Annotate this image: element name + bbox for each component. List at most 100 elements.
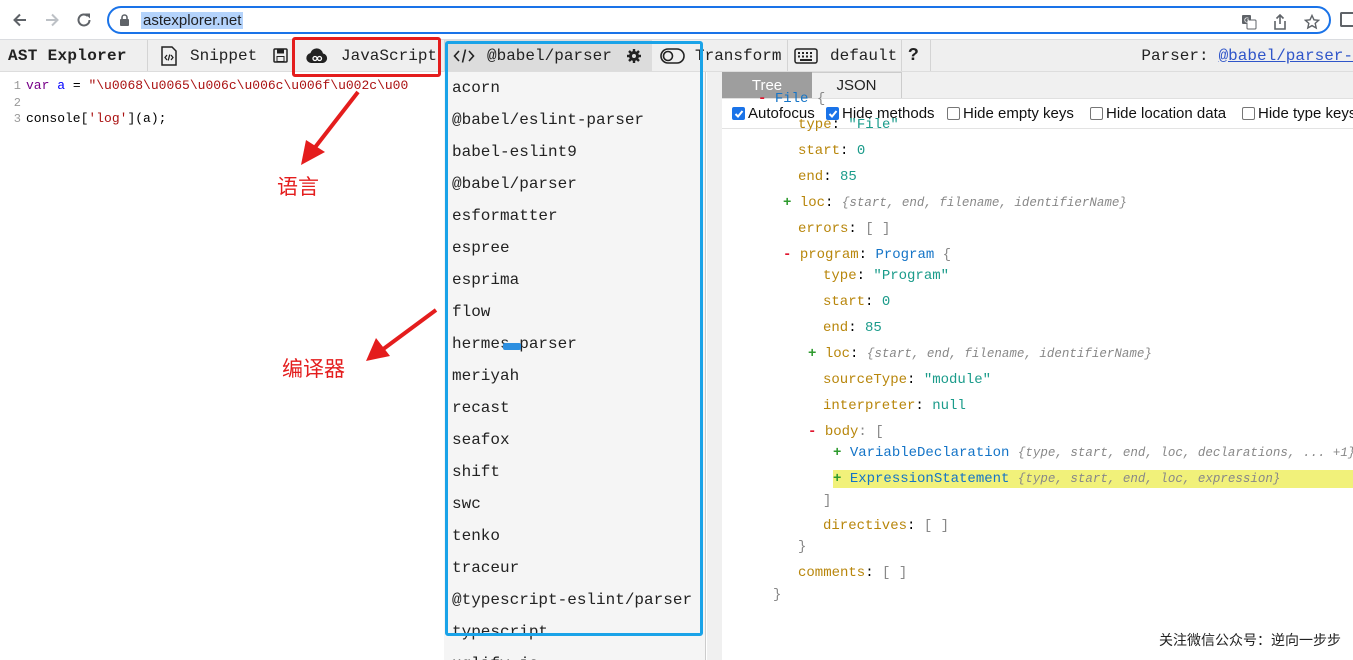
reload-icon[interactable] — [72, 8, 96, 32]
translate-icon[interactable]: G — [1240, 13, 1258, 31]
code-line[interactable]: 2 — [0, 95, 26, 111]
tree-node[interactable]: comments: [ ] — [798, 564, 907, 582]
option-checkbox[interactable]: Hide empty keys — [947, 105, 1074, 122]
keymap-button[interactable]: default — [794, 40, 897, 71]
checkbox-unchecked-icon[interactable] — [1242, 107, 1255, 120]
code-line[interactable]: 3 console['log'](a); — [0, 111, 167, 127]
node-key: directives — [823, 518, 908, 534]
parser-option[interactable]: recast — [452, 398, 510, 418]
parser-option[interactable]: babel-eslint9 — [452, 142, 577, 162]
bookmark-star-icon[interactable] — [1303, 13, 1321, 31]
expand-icon[interactable]: + — [783, 195, 800, 211]
tab-overflow-icon[interactable] — [1340, 12, 1353, 27]
parser-option[interactable]: seafox — [452, 430, 510, 450]
option-checkbox[interactable]: Hide location data — [1090, 105, 1226, 122]
parser-option[interactable]: meriyah — [452, 366, 519, 386]
parser-info-link[interactable]: @babel/parser- — [1219, 47, 1353, 65]
parser-option[interactable]: @babel/parser — [452, 174, 577, 194]
tree-node[interactable]: end: 85 — [823, 319, 882, 337]
parser-option[interactable]: espree — [452, 238, 510, 258]
expand-icon[interactable]: + — [833, 471, 850, 487]
node-value: : [ — [858, 424, 884, 440]
snippet-button[interactable]: Snippet — [160, 40, 257, 71]
tree-node[interactable]: - program: Program { — [783, 246, 951, 264]
code-token: console[ — [26, 111, 89, 126]
app-title: AST Explorer — [8, 46, 127, 65]
tab-json[interactable]: JSON — [812, 72, 902, 98]
tree-node[interactable]: ] — [823, 492, 831, 510]
tree-node[interactable]: directives: [ ] — [823, 517, 949, 535]
option-label: Hide location data — [1106, 105, 1227, 122]
node-value: { — [808, 91, 826, 107]
cursor-marker — [503, 343, 521, 350]
node-value: : — [858, 247, 876, 263]
parser-option[interactable]: flow — [452, 302, 490, 322]
parser-option[interactable]: @babel/eslint-parser — [452, 110, 644, 130]
help-button[interactable]: ? — [908, 40, 919, 71]
node-summary: {start, end, filename, identifierName} — [841, 196, 1127, 210]
back-icon[interactable] — [8, 8, 32, 32]
node-value: VariableDeclaration — [849, 445, 1010, 461]
url-text[interactable]: astexplorer.net — [141, 12, 244, 29]
node-key: comments — [798, 565, 866, 581]
tree-node[interactable]: start: 0 — [823, 293, 890, 311]
forward-icon[interactable] — [40, 8, 64, 32]
checkbox-unchecked-icon[interactable] — [947, 107, 960, 120]
checkbox-unchecked-icon[interactable] — [1090, 107, 1103, 120]
tree-node[interactable]: } — [773, 586, 781, 604]
tree-node[interactable]: } — [798, 538, 806, 556]
share-icon[interactable] — [1271, 13, 1289, 31]
code-editor[interactable]: 1 var a = "\u0068\u0065\u006c\u006c\u006f… — [0, 72, 445, 660]
language-button[interactable]: JavaScript — [305, 40, 437, 71]
parser-option[interactable]: traceur — [452, 558, 519, 578]
node-value: null — [932, 398, 966, 414]
line-number: 1 — [13, 79, 21, 93]
parser-option[interactable]: @typescript-eslint/parser — [452, 590, 692, 610]
transform-button[interactable]: Transform — [660, 40, 781, 71]
node-key: type — [798, 117, 832, 133]
collapse-icon[interactable]: - — [758, 91, 775, 107]
node-value: 0 — [881, 294, 891, 310]
collapse-icon[interactable]: - — [783, 247, 800, 263]
checkbox-checked-icon[interactable] — [732, 107, 745, 120]
gear-icon[interactable] — [626, 48, 642, 64]
expand-icon[interactable]: + — [808, 346, 825, 362]
node-value: "Program" — [873, 268, 950, 284]
result-panel: Tree JSON Autofocus Hide methods Hide empt… — [707, 72, 1353, 660]
node-value: [ ] — [865, 221, 891, 237]
footer-watermark: 关注微信公众号：逆向一步步 — [1159, 633, 1341, 649]
node-key: start — [798, 143, 841, 159]
node-value: : — [856, 268, 874, 284]
node-value: : — [840, 143, 857, 159]
save-icon[interactable] — [273, 40, 288, 71]
parser-option[interactable]: shift — [452, 462, 500, 482]
tree-node[interactable]: + loc: {start, end, filename, identifier… — [783, 194, 1127, 212]
tree-node[interactable]: sourceType: "module" — [823, 371, 991, 389]
tree-node[interactable]: type: "Program" — [823, 267, 949, 285]
tree-node[interactable]: + ExpressionStatement {type, start, end,… — [833, 470, 1353, 488]
parser-option[interactable]: tenko — [452, 526, 500, 546]
parser-option[interactable]: uglify-js — [452, 654, 538, 660]
tree-node[interactable]: - File { — [758, 90, 825, 108]
tree-node[interactable]: end: 85 — [798, 168, 857, 186]
tree-node[interactable]: errors: [ ] — [798, 220, 890, 238]
tree-node[interactable]: type: "File" — [798, 116, 899, 134]
toolbar-divider — [930, 40, 931, 71]
code-line[interactable]: 1 var a = "\u0068\u0065\u006c\u006c\u006f… — [0, 78, 409, 94]
parser-option[interactable]: esprima — [452, 270, 519, 290]
address-bar[interactable]: astexplorer.net G — [107, 6, 1331, 34]
parser-option[interactable]: typescript — [452, 622, 548, 642]
parser-option[interactable]: swc — [452, 494, 481, 514]
tree-node[interactable]: interpreter: null — [823, 397, 966, 415]
tree-node[interactable]: start: 0 — [798, 142, 865, 160]
tree-node[interactable]: + loc: {start, end, filename, identifier… — [808, 345, 1152, 363]
code-token: = — [65, 78, 89, 93]
option-checkbox[interactable]: Hide type keys — [1242, 105, 1353, 122]
collapse-icon[interactable]: - — [808, 424, 825, 440]
parser-button[interactable]: @babel/parser — [445, 40, 652, 71]
expand-icon[interactable]: + — [833, 445, 850, 461]
parser-option[interactable]: esformatter — [452, 206, 558, 226]
tree-node[interactable]: + VariableDeclaration {type, start, end,… — [833, 444, 1353, 462]
tree-node[interactable]: - body: [ — [808, 423, 884, 441]
parser-option[interactable]: acorn — [452, 78, 500, 98]
